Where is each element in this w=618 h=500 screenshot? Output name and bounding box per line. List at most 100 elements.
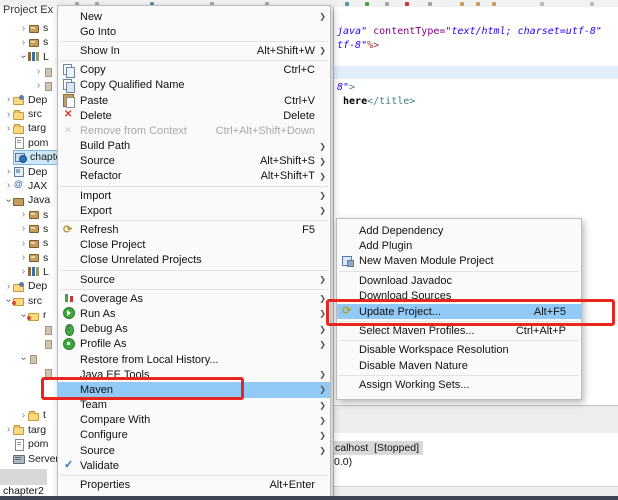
maven-menu-item-download-sources[interactable]: Download Sources [337, 289, 581, 304]
chevron-right-icon[interactable]: › [4, 110, 13, 119]
menu-item-maven[interactable]: Maven❯ [58, 382, 330, 397]
maven-menu-item-new-maven-module-project[interactable]: New Maven Module Project [337, 254, 581, 269]
menu-item-import[interactable]: Import❯ [58, 188, 330, 203]
menu-item-close-unrelated-projects[interactable]: Close Unrelated Projects [58, 253, 330, 268]
maven-menu-item-update-project[interactable]: Update Project...Alt+F5 [337, 304, 581, 319]
chevron-right-icon[interactable]: › [4, 181, 13, 190]
menu-item-compare-with[interactable]: Compare With❯ [58, 413, 330, 428]
toolbar-icon-fragment[interactable] [460, 2, 464, 6]
chevron-right-icon[interactable]: › [19, 253, 28, 262]
toolbar-icon-fragment[interactable] [365, 2, 369, 6]
menu-item-java-ee-tools[interactable]: Java EE Tools❯ [58, 367, 330, 382]
fragment-icon [43, 367, 55, 378]
submenu-arrow-icon: ❯ [315, 340, 326, 349]
menu-icon-spacer [62, 10, 76, 23]
menu-item-copy[interactable]: CopyCtrl+C [58, 63, 330, 78]
toolbar-icon-fragment[interactable] [385, 2, 389, 6]
menu-item-remove-from-context[interactable]: Remove from ContextCtrl+Alt+Shift+Down [58, 123, 330, 138]
maven-menu-item-add-dependency[interactable]: Add Dependency [337, 223, 581, 238]
menu-item-configure[interactable]: Configure❯ [58, 428, 330, 443]
menu-item-build-path[interactable]: Build Path❯ [58, 139, 330, 154]
menu-item-paste[interactable]: PasteCtrl+V [58, 93, 330, 108]
toolbar-icon-fragment[interactable] [345, 2, 349, 6]
maven-menu-item-disable-workspace-resolution[interactable]: Disable Workspace Resolution [337, 343, 581, 358]
menu-item-source[interactable]: Source❯ [58, 272, 330, 287]
menu-item-properties[interactable]: PropertiesAlt+Enter [58, 477, 330, 492]
editor-code-line[interactable]: here</title> [337, 96, 415, 107]
maven-menu-item-select-maven-profiles[interactable]: Select Maven Profiles...Ctrl+Alt+P [337, 323, 581, 338]
toolbar-icon-fragment[interactable] [476, 2, 480, 6]
tree-item-label: targ [28, 122, 46, 134]
fragment-icon [43, 324, 55, 335]
chevron-down-icon[interactable]: › [19, 354, 28, 363]
package-icon [28, 223, 40, 234]
toolbar-icon-fragment[interactable] [492, 2, 496, 6]
servers-view-header-band [334, 405, 618, 434]
menu-item-copy-qualified-name[interactable]: Copy Qualified Name [58, 78, 330, 93]
menu-item-go-into[interactable]: Go Into [58, 24, 330, 39]
chevron-down-icon[interactable]: › [19, 52, 28, 61]
menu-item-label: Copy [80, 64, 106, 76]
menu-item-show-in[interactable]: Show InAlt+Shift+W❯ [58, 43, 330, 58]
chevron-right-icon[interactable]: › [4, 167, 13, 176]
chevron-right-icon[interactable]: › [34, 67, 43, 76]
menu-item-source[interactable]: Source❯ [58, 443, 330, 458]
tree-item-label: L [43, 51, 49, 63]
menu-item-profile-as[interactable]: Profile As❯ [58, 337, 330, 352]
toolbar-icon-fragment[interactable] [428, 2, 432, 6]
chevron-right-icon[interactable]: › [19, 224, 28, 233]
maven-menu-item-disable-maven-nature[interactable]: Disable Maven Nature [337, 358, 581, 373]
menu-item-close-project[interactable]: Close Project [58, 238, 330, 253]
validate-icon [62, 459, 76, 472]
maven-menu-item-download-javadoc[interactable]: Download Javadoc [337, 273, 581, 288]
status-trim-box [0, 469, 47, 485]
menu-item-label: Assign Working Sets... [359, 379, 469, 391]
menu-item-label: Source [80, 274, 115, 286]
menu-item-label: Properties [80, 479, 130, 491]
maven-menu-item-assign-working-sets[interactable]: Assign Working Sets... [337, 378, 581, 393]
chevron-right-icon[interactable]: › [19, 24, 28, 33]
menu-item-restore-from-local-history[interactable]: Restore from Local History... [58, 352, 330, 367]
chevron-right-icon[interactable]: › [4, 282, 13, 291]
menu-item-delete[interactable]: DeleteDelete [58, 108, 330, 123]
toolbar-icon-fragment[interactable] [405, 2, 409, 6]
maven-menu-item-add-plugin[interactable]: Add Plugin [337, 238, 581, 253]
menu-item-export[interactable]: Export❯ [58, 203, 330, 218]
editor-code-line[interactable]: java" contentType="text/html; charset=ut… [337, 26, 602, 37]
menu-item-new[interactable]: New❯ [58, 9, 330, 24]
menu-item-run-as[interactable]: Run As❯ [58, 306, 330, 321]
chevron-right-icon[interactable]: › [4, 425, 13, 434]
menu-icon-spacer [62, 170, 76, 183]
toolbar-icon-fragment[interactable] [540, 2, 544, 6]
menu-item-team[interactable]: Team❯ [58, 398, 330, 413]
server-entry-selected[interactable]: calhost [Stopped] [334, 441, 423, 455]
toolbar-icon-fragment[interactable] [590, 2, 594, 6]
menu-icon-spacer [62, 368, 76, 381]
tree-item-label: Dep [28, 166, 47, 178]
chevron-right-icon[interactable]: › [4, 124, 13, 133]
menu-item-refresh[interactable]: RefreshF5 [58, 222, 330, 237]
tree-item-label: Dep [28, 94, 47, 106]
chevron-right-icon[interactable]: › [19, 239, 28, 248]
menu-item-source[interactable]: SourceAlt+Shift+S❯ [58, 154, 330, 169]
menu-item-validate[interactable]: Validate [58, 458, 330, 473]
tree-item-label: src [28, 295, 42, 307]
server-entry-child[interactable]: 0.0) [334, 456, 352, 468]
editor-code-line[interactable]: tf-8"%> [337, 40, 379, 51]
menu-icon-spacer [341, 325, 355, 338]
menu-item-debug-as[interactable]: Debug As❯ [58, 322, 330, 337]
chevron-right-icon[interactable]: › [19, 411, 28, 420]
submenu-arrow-icon: ❯ [315, 46, 326, 55]
chevron-right-icon[interactable]: › [19, 210, 28, 219]
server-icon [13, 453, 25, 464]
menu-item-coverage-as[interactable]: Coverage As❯ [58, 291, 330, 306]
chevron-right-icon[interactable]: › [34, 81, 43, 90]
code-segment: 8" [337, 82, 349, 93]
chevron-right-icon[interactable]: › [4, 95, 13, 104]
menu-item-label: Disable Maven Nature [359, 360, 468, 372]
editor-code-line[interactable]: 8"> [337, 82, 355, 93]
chevron-right-icon[interactable]: › [19, 38, 28, 47]
chevron-right-icon[interactable]: › [19, 267, 28, 276]
menu-item-refactor[interactable]: RefactorAlt+Shift+T❯ [58, 169, 330, 184]
chevron-down-icon[interactable]: › [4, 196, 13, 205]
